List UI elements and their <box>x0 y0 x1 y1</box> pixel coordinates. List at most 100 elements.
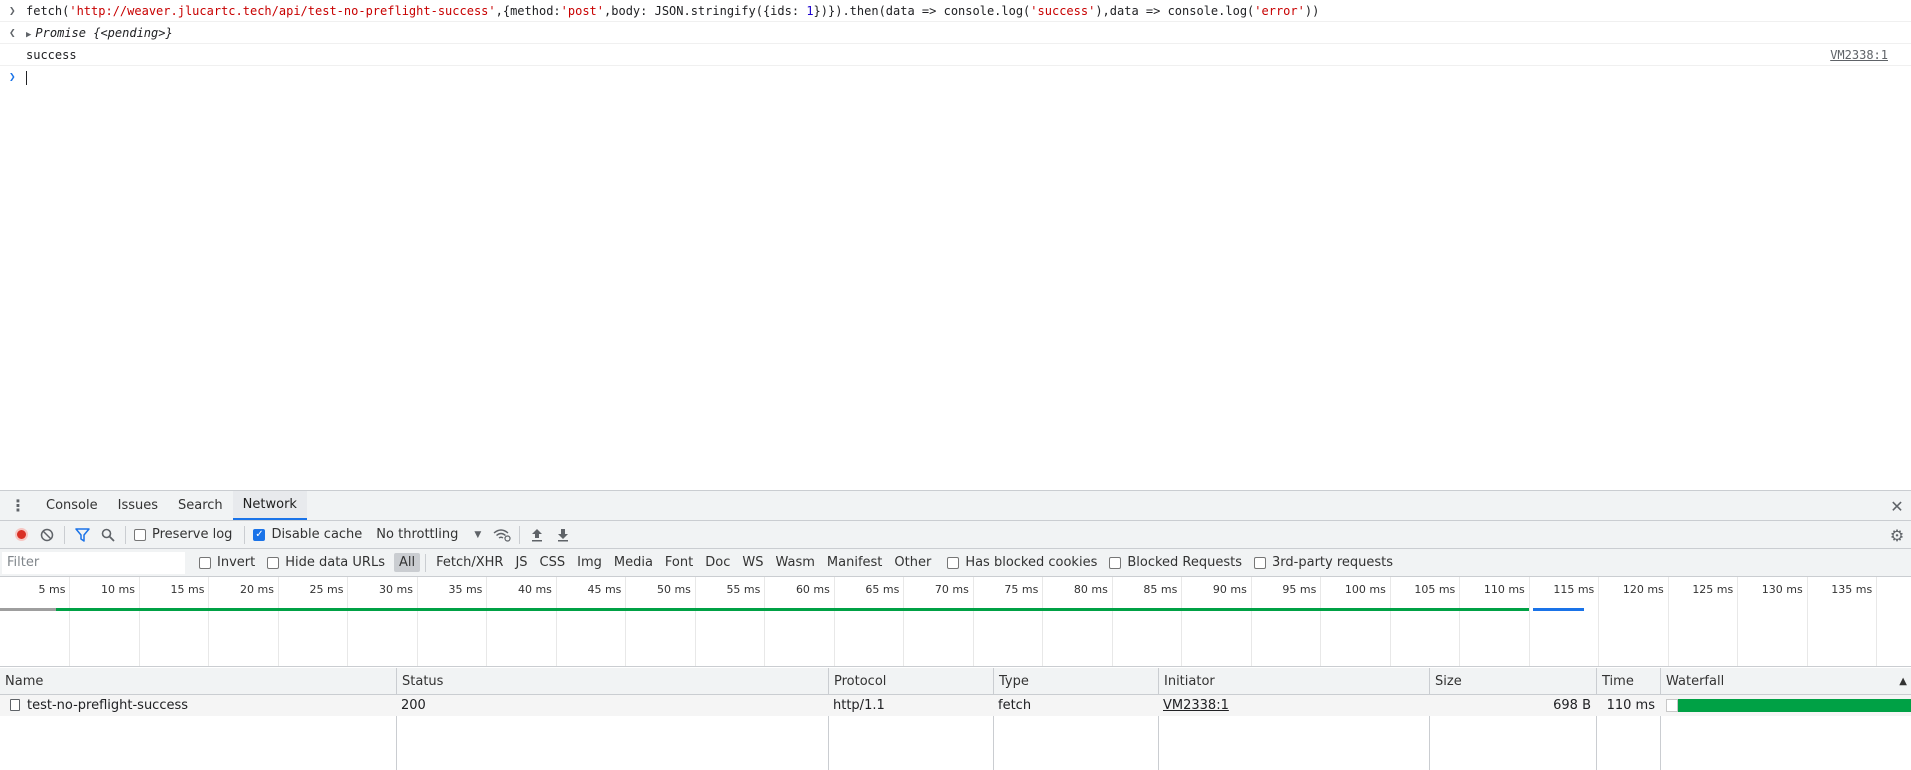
request-protocol: http/1.1 <box>833 698 885 713</box>
console-result-line[interactable]: ❮ ▶ Promise {<pending>} <box>0 22 1911 44</box>
filter-input[interactable] <box>2 551 185 574</box>
type-filter-css[interactable]: CSS <box>535 553 571 572</box>
divider <box>519 525 521 544</box>
overview-tick-label: 110 ms <box>1483 583 1525 596</box>
overview-gridline <box>347 577 349 666</box>
code-text: })}).then(data => console.log( <box>813 4 1031 18</box>
throttling-select[interactable]: No throttling ▼ <box>376 527 481 542</box>
overview-gridline <box>1737 577 1739 666</box>
overview-tick-label: 105 ms <box>1414 583 1456 596</box>
overview-gridline <box>69 577 71 666</box>
overview-tick-label: 40 ms <box>517 583 552 596</box>
request-name-cell[interactable]: test-no-preflight-success <box>5 695 395 716</box>
checkbox-checked-icon[interactable]: ✓ <box>253 528 266 541</box>
preserve-log-checkbox[interactable]: Preserve log <box>134 527 232 542</box>
column-header-name[interactable]: Name <box>0 668 396 695</box>
divider <box>64 525 65 544</box>
waterfall-timing-bar[interactable] <box>1678 699 1911 712</box>
record-button[interactable] <box>8 522 34 548</box>
tab-console[interactable]: Console <box>36 491 108 520</box>
type-filter-ws[interactable]: WS <box>737 553 768 572</box>
checkbox-box[interactable] <box>134 528 146 541</box>
overview-gridline <box>416 577 418 666</box>
blocked-requests-checkbox[interactable]: Blocked Requests <box>1109 555 1242 570</box>
type-filter-other[interactable]: Other <box>889 553 936 572</box>
column-header-time[interactable]: Time <box>1596 668 1660 695</box>
overview-tick-label: 135 ms <box>1831 583 1873 596</box>
type-filter-doc[interactable]: Doc <box>700 553 735 572</box>
record-icon <box>14 528 28 541</box>
expand-triangle-icon[interactable]: ▶ <box>26 24 31 46</box>
divider <box>244 525 246 544</box>
overview-gridline <box>833 577 835 666</box>
type-filter-wasm[interactable]: Wasm <box>770 553 819 572</box>
close-icon[interactable]: ✕ <box>1887 496 1907 516</box>
tab-network[interactable]: Network <box>232 491 307 520</box>
third-party-requests-checkbox[interactable]: 3rd-party requests <box>1254 555 1393 570</box>
overview-tick-label: 45 ms <box>587 583 622 596</box>
overview-tick-label: 130 ms <box>1761 583 1803 596</box>
tab-issues[interactable]: Issues <box>108 491 168 520</box>
code-text: )) <box>1304 4 1320 18</box>
column-header-status[interactable]: Status <box>396 668 828 695</box>
overview-gridline <box>1389 577 1391 666</box>
search-button[interactable] <box>95 522 121 548</box>
overview-queue-bar <box>0 608 56 611</box>
overview-gridline <box>1528 577 1530 666</box>
console-prompt[interactable]: ❯ <box>0 66 1911 88</box>
overview-tick-label: 85 ms <box>1143 583 1178 596</box>
log-source-link[interactable]: VM2338:1 <box>1830 44 1888 66</box>
network-overview-timeline[interactable]: 5 ms 10 ms 15 ms 20 ms 25 ms 30 ms 35 ms 40 ms 4… <box>0 577 1911 667</box>
clear-button[interactable] <box>34 522 60 548</box>
type-filter-img[interactable]: Img <box>572 553 607 572</box>
checkbox-box[interactable] <box>1254 556 1267 569</box>
console-input-line[interactable]: ❯ fetch('http://weaver.jlucartc.tech/api… <box>0 0 1911 22</box>
checkbox-box[interactable] <box>199 556 211 569</box>
checkbox-box[interactable] <box>267 556 280 569</box>
request-initiator-link[interactable]: VM2338:1 <box>1158 695 1429 716</box>
overview-gridline <box>555 577 557 666</box>
invert-checkbox[interactable]: Invert <box>199 555 255 570</box>
overview-tick-label: 30 ms <box>378 583 413 596</box>
code-text: ,{method: <box>495 4 561 18</box>
type-filter-js[interactable]: JS <box>510 553 532 572</box>
settings-gear-icon[interactable]: ⚙ <box>1885 523 1909 547</box>
overview-gridline <box>625 577 627 666</box>
request-time: 110 ms <box>1606 698 1655 713</box>
column-header-size[interactable]: Size <box>1429 668 1596 695</box>
hide-data-urls-checkbox[interactable]: Hide data URLs <box>267 555 385 570</box>
network-conditions-button[interactable] <box>489 522 515 548</box>
request-status: 200 <box>401 698 426 713</box>
table-row[interactable]: test-no-preflight-success 200 http/1.1 f… <box>0 695 1911 716</box>
code-string: 'error' <box>1254 4 1305 18</box>
export-har-button[interactable] <box>550 522 576 548</box>
waterfall-queue-bar <box>1666 699 1678 712</box>
checkbox-box[interactable] <box>1109 556 1122 569</box>
column-header-initiator[interactable]: Initiator <box>1158 668 1429 695</box>
disable-cache-checkbox[interactable]: ✓ Disable cache <box>253 527 362 542</box>
import-har-button[interactable] <box>524 522 550 548</box>
column-header-waterfall[interactable]: Waterfall ▲ <box>1660 668 1911 695</box>
type-filter-fetch-xhr[interactable]: Fetch/XHR <box>431 553 508 572</box>
more-options-icon[interactable]: ⋮ <box>0 491 36 520</box>
column-header-protocol[interactable]: Protocol <box>828 668 993 695</box>
code-text: ,body: JSON.stringify({ids: <box>604 4 807 18</box>
filter-toggle-button[interactable] <box>69 522 95 548</box>
overview-tick-label: 15 ms <box>170 583 205 596</box>
overview-tick-label: 65 ms <box>865 583 900 596</box>
dropdown-arrow-icon: ▼ <box>474 529 482 540</box>
checkbox-box[interactable] <box>947 556 960 569</box>
type-filter-all[interactable]: All <box>393 553 421 572</box>
type-filter-media[interactable]: Media <box>609 553 658 572</box>
type-filter-manifest[interactable]: Manifest <box>822 553 887 572</box>
type-filter-font[interactable]: Font <box>660 553 698 572</box>
overview-gridline <box>1876 577 1878 666</box>
prompt-chevron-icon: ❯ <box>9 70 16 83</box>
sort-ascending-icon: ▲ <box>1899 676 1907 687</box>
tab-search[interactable]: Search <box>168 491 233 520</box>
has-blocked-cookies-checkbox[interactable]: Has blocked cookies <box>947 555 1097 570</box>
request-size: 698 B <box>1553 698 1591 713</box>
column-header-type[interactable]: Type <box>993 668 1158 695</box>
waterfall-header-label: Waterfall <box>1666 674 1725 689</box>
overview-tick-label: 10 ms <box>101 583 135 596</box>
